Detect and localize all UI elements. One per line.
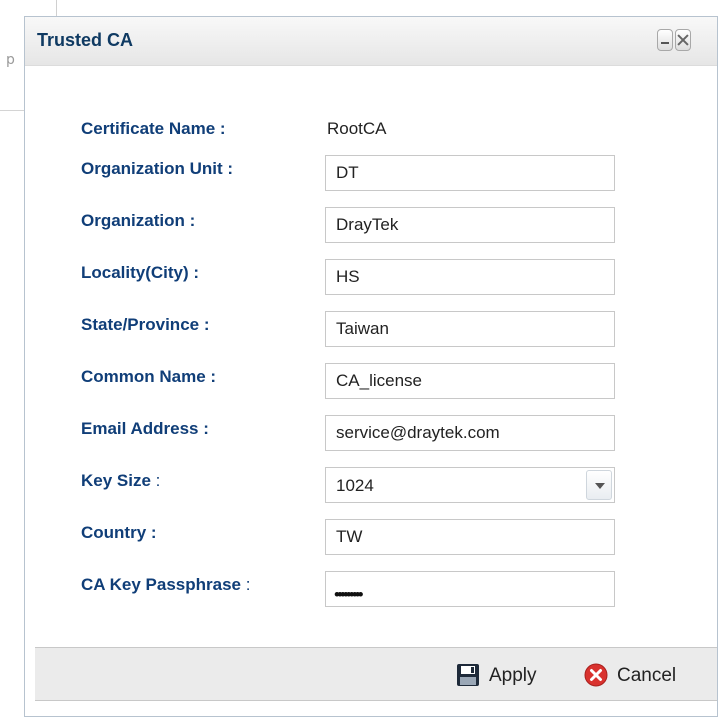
key-size-selected-value: 1024	[336, 476, 374, 495]
background-text-fragment: p	[6, 52, 15, 68]
locality-label: Locality(City) :	[81, 263, 200, 282]
trusted-ca-dialog: Trusted CA Certificate Name : RootCA Org…	[24, 16, 718, 717]
common-name-input[interactable]	[325, 363, 615, 399]
organization-label: Organization :	[81, 211, 196, 230]
ca-key-passphrase-label-colon: :	[241, 575, 251, 594]
key-size-label-colon: :	[150, 471, 161, 490]
cancel-circle-icon	[584, 663, 608, 687]
row-email-address: Email Address :	[81, 415, 681, 451]
ca-key-passphrase-input[interactable]: •••••••••	[325, 571, 615, 607]
email-address-input[interactable]	[325, 415, 615, 451]
ca-form: Certificate Name : RootCA Organization U…	[25, 65, 717, 630]
email-address-label: Email Address :	[81, 419, 209, 438]
row-key-size: Key Size : 1024	[81, 467, 681, 503]
ca-key-passphrase-label: CA Key Passphrase :	[81, 575, 250, 595]
passphrase-mask: •••••••••	[334, 585, 364, 604]
ca-key-passphrase-label-text: CA Key Passphrase	[81, 575, 242, 594]
key-size-label: Key Size :	[81, 471, 160, 491]
organization-unit-input[interactable]	[325, 155, 615, 191]
certificate-name-value: RootCA	[327, 119, 387, 138]
row-organization: Organization :	[81, 207, 681, 243]
background-topbar	[0, 0, 718, 16]
key-size-label-text: Key Size	[81, 471, 151, 490]
row-common-name: Common Name :	[81, 363, 681, 399]
organization-unit-label: Organization Unit :	[81, 159, 234, 178]
dialog-titlebar[interactable]: Trusted CA	[25, 17, 717, 66]
chevron-down-icon[interactable]	[586, 470, 612, 500]
minimize-button[interactable]	[657, 29, 673, 51]
dialog-title: Trusted CA	[37, 30, 134, 50]
apply-label: Apply	[489, 665, 537, 686]
row-locality: Locality(City) :	[81, 259, 681, 295]
country-input[interactable]	[325, 519, 615, 555]
save-disk-icon	[457, 664, 479, 686]
close-button[interactable]	[675, 29, 691, 51]
row-country: Country :	[81, 519, 681, 555]
row-organization-unit: Organization Unit :	[81, 155, 681, 191]
cancel-label: Cancel	[617, 665, 677, 686]
common-name-label: Common Name :	[81, 367, 217, 386]
organization-input[interactable]	[325, 207, 615, 243]
background-divider	[56, 0, 57, 16]
locality-input[interactable]	[325, 259, 615, 295]
dialog-footer: Apply Cancel	[35, 647, 717, 701]
certificate-name-label: Certificate Name :	[81, 119, 226, 138]
state-province-input[interactable]	[325, 311, 615, 347]
row-ca-key-passphrase: CA Key Passphrase : •••••••••	[81, 571, 681, 607]
row-certificate-name: Certificate Name : RootCA	[81, 111, 681, 145]
row-state-province: State/Province :	[81, 311, 681, 347]
state-province-label: State/Province :	[81, 315, 210, 334]
country-label: Country :	[81, 523, 157, 542]
key-size-select[interactable]: 1024	[325, 467, 615, 503]
